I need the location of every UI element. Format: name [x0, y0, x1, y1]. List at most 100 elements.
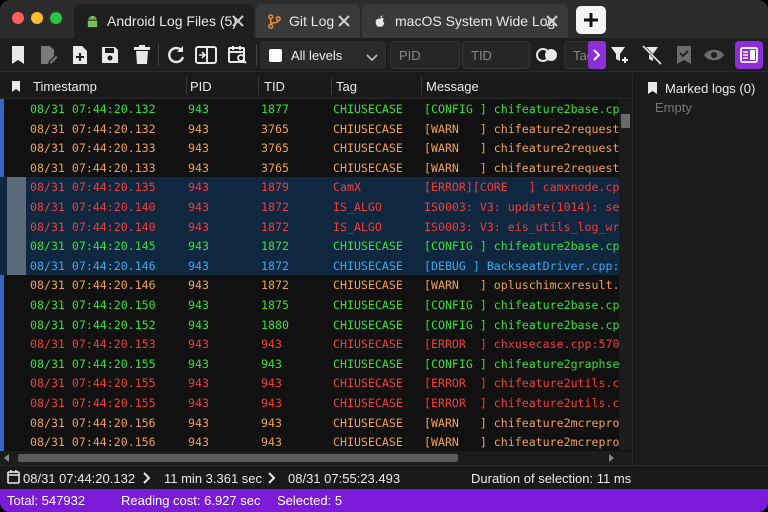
cell-timestamp: 08/31 07:44:20.146 [30, 258, 156, 273]
table-row[interactable]: 08/31 07:44:20.145 943 1872 CHIUSECASE [CONF… [0, 236, 632, 256]
side-panel-icon [740, 47, 758, 63]
selection-bar: 08/31 07:44:20.132 11 min 3.361 sec 08/3… [0, 465, 768, 489]
table-row[interactable]: 08/31 07:44:20.153 943 943 CHIUSECASE [ERROR… [0, 334, 632, 354]
scrollbar-thumb[interactable] [621, 114, 630, 128]
close-icon[interactable] [336, 13, 352, 29]
chevron-right-icon [593, 49, 601, 61]
cell-message: [CONFIG ] chifeature2base.cpp: [424, 317, 620, 332]
column-header-tid[interactable]: TID [264, 79, 285, 94]
column-resize-handle[interactable] [421, 77, 422, 95]
edit-file-icon[interactable] [36, 43, 60, 67]
window-close-button[interactable] [12, 12, 24, 24]
table-row[interactable]: 08/31 07:44:20.155 943 943 CHIUSECASE [ERROR… [0, 393, 632, 413]
row-gutter[interactable] [7, 393, 26, 413]
column-resize-handle[interactable] [186, 77, 187, 95]
row-gutter[interactable] [7, 196, 26, 217]
cell-tid: 1872 [261, 258, 289, 273]
tid-input[interactable]: TID [462, 41, 530, 69]
eye-icon[interactable] [702, 43, 726, 67]
log-table[interactable]: Timestamp PID TID Tag Message 08/31 07:4… [0, 73, 632, 451]
table-row[interactable]: 08/31 07:44:20.133 943 3765 CHIUSECASE [WARN… [0, 138, 632, 158]
row-gutter[interactable] [7, 413, 26, 433]
row-gutter[interactable] [7, 236, 26, 256]
table-row[interactable]: 08/31 07:44:20.146 943 1872 CHIUSECASE [DEBU… [0, 255, 632, 276]
column-header-message[interactable]: Message [426, 79, 479, 94]
bookmark-icon [647, 81, 658, 100]
pid-input[interactable]: PID [390, 41, 460, 69]
table-row[interactable]: 08/31 07:44:20.133 943 3765 CHIUSECASE [WARN… [0, 158, 632, 178]
scrollbar-thumb[interactable] [18, 454, 458, 462]
close-icon[interactable] [230, 13, 246, 29]
table-row[interactable]: 08/31 07:44:20.135 943 1879 CamX [ERROR][COR… [0, 177, 632, 197]
cell-pid: 943 [188, 278, 209, 293]
save-icon[interactable] [98, 43, 122, 67]
row-gutter[interactable] [7, 119, 26, 139]
scroll-right-icon[interactable] [608, 454, 614, 462]
git-branch-icon [266, 13, 282, 29]
new-tab-button[interactable] [576, 6, 606, 34]
table-row[interactable]: 08/31 07:44:20.156 943 943 CHIUSECASE [WARN … [0, 413, 632, 433]
row-gutter[interactable] [7, 138, 26, 158]
reading-cost: Reading cost: 6.927 sec [121, 493, 261, 508]
row-gutter[interactable] [7, 158, 26, 178]
window-maximize-button[interactable] [50, 12, 62, 24]
column-resize-handle[interactable] [331, 77, 332, 95]
filter-icon[interactable] [608, 43, 632, 67]
row-gutter[interactable] [7, 373, 26, 393]
window-minimize-button[interactable] [31, 12, 43, 24]
table-row[interactable]: 08/31 07:44:20.155 943 943 CHIUSECASE [ERROR… [0, 373, 632, 393]
row-gutter[interactable] [7, 216, 26, 237]
column-header-timestamp[interactable]: Timestamp [33, 79, 97, 94]
row-gutter[interactable] [7, 177, 26, 197]
row-gutter[interactable] [7, 432, 26, 451]
trash-icon[interactable] [130, 43, 154, 67]
clear-filter-icon[interactable] [640, 43, 664, 67]
column-header-tag[interactable]: Tag [336, 79, 357, 94]
marked-panel-toggle-button[interactable] [735, 41, 763, 69]
column-resize-handle[interactable] [258, 77, 259, 95]
vertical-scrollbar[interactable] [619, 100, 632, 450]
table-row[interactable]: 08/31 07:44:20.152 943 1880 CHIUSECASE [CONF… [0, 315, 632, 335]
row-gutter[interactable] [7, 255, 26, 276]
table-header: Timestamp PID TID Tag Message [0, 73, 632, 99]
cell-message: [WARN ] opluschimcxresult.cpp [424, 278, 620, 293]
refresh-icon[interactable] [164, 43, 188, 67]
filter-expand-button[interactable] [588, 41, 606, 69]
table-row[interactable]: 08/31 07:44:20.156 943 943 CHIUSECASE [WARN … [0, 432, 632, 451]
bookmark-icon[interactable] [6, 43, 30, 67]
row-gutter[interactable] [7, 275, 26, 295]
toolbar-separator [256, 44, 257, 66]
row-gutter[interactable] [7, 354, 26, 374]
table-row[interactable]: 08/31 07:44:20.132 943 3765 CHIUSECASE [WARN… [0, 119, 632, 139]
tab-git-log[interactable]: Git Log [256, 4, 360, 38]
cell-tag: CHIUSECASE [333, 121, 403, 136]
tab-android-log-files[interactable]: Android Log Files (5) [74, 4, 254, 38]
tab-macos-system-log[interactable]: macOS System Wide Log [362, 4, 568, 38]
level-checkbox[interactable] [269, 48, 282, 62]
cell-tid: 943 [261, 356, 282, 371]
row-gutter[interactable] [7, 334, 26, 354]
row-gutter[interactable] [7, 315, 26, 335]
table-row[interactable]: 08/31 07:44:20.146 943 1872 CHIUSECASE [WARN… [0, 275, 632, 295]
contrast-toggle-icon[interactable] [535, 43, 559, 67]
cell-pid: 943 [188, 356, 209, 371]
cell-tag: CHIUSECASE [333, 415, 403, 430]
table-row[interactable]: 08/31 07:44:20.150 943 1875 CHIUSECASE [CONF… [0, 295, 632, 315]
horizontal-scrollbar[interactable] [0, 451, 632, 464]
close-icon[interactable] [544, 13, 560, 29]
row-gutter[interactable] [7, 99, 26, 119]
cell-message: [WARN ] chifeature2requestob [424, 121, 620, 136]
row-gutter[interactable] [7, 295, 26, 315]
table-row[interactable]: 08/31 07:44:20.140 943 1872 IS_ALGO IS0003: … [0, 216, 632, 237]
scroll-left-icon[interactable] [4, 454, 10, 462]
cell-tid: 1872 [261, 239, 289, 254]
table-row[interactable]: 08/31 07:44:20.140 943 1872 IS_ALGO IS0003: … [0, 196, 632, 217]
new-file-icon[interactable] [68, 43, 92, 67]
level-select[interactable]: All levels [260, 41, 386, 69]
table-row[interactable]: 08/31 07:44:20.132 943 1877 CHIUSECASE [CONF… [0, 99, 632, 119]
column-header-pid[interactable]: PID [190, 79, 212, 94]
bookmark-check-icon[interactable] [672, 43, 696, 67]
split-view-icon[interactable] [194, 43, 218, 67]
table-row[interactable]: 08/31 07:44:20.155 943 943 CHIUSECASE [CONFI… [0, 354, 632, 374]
calendar-search-icon[interactable] [226, 43, 250, 67]
